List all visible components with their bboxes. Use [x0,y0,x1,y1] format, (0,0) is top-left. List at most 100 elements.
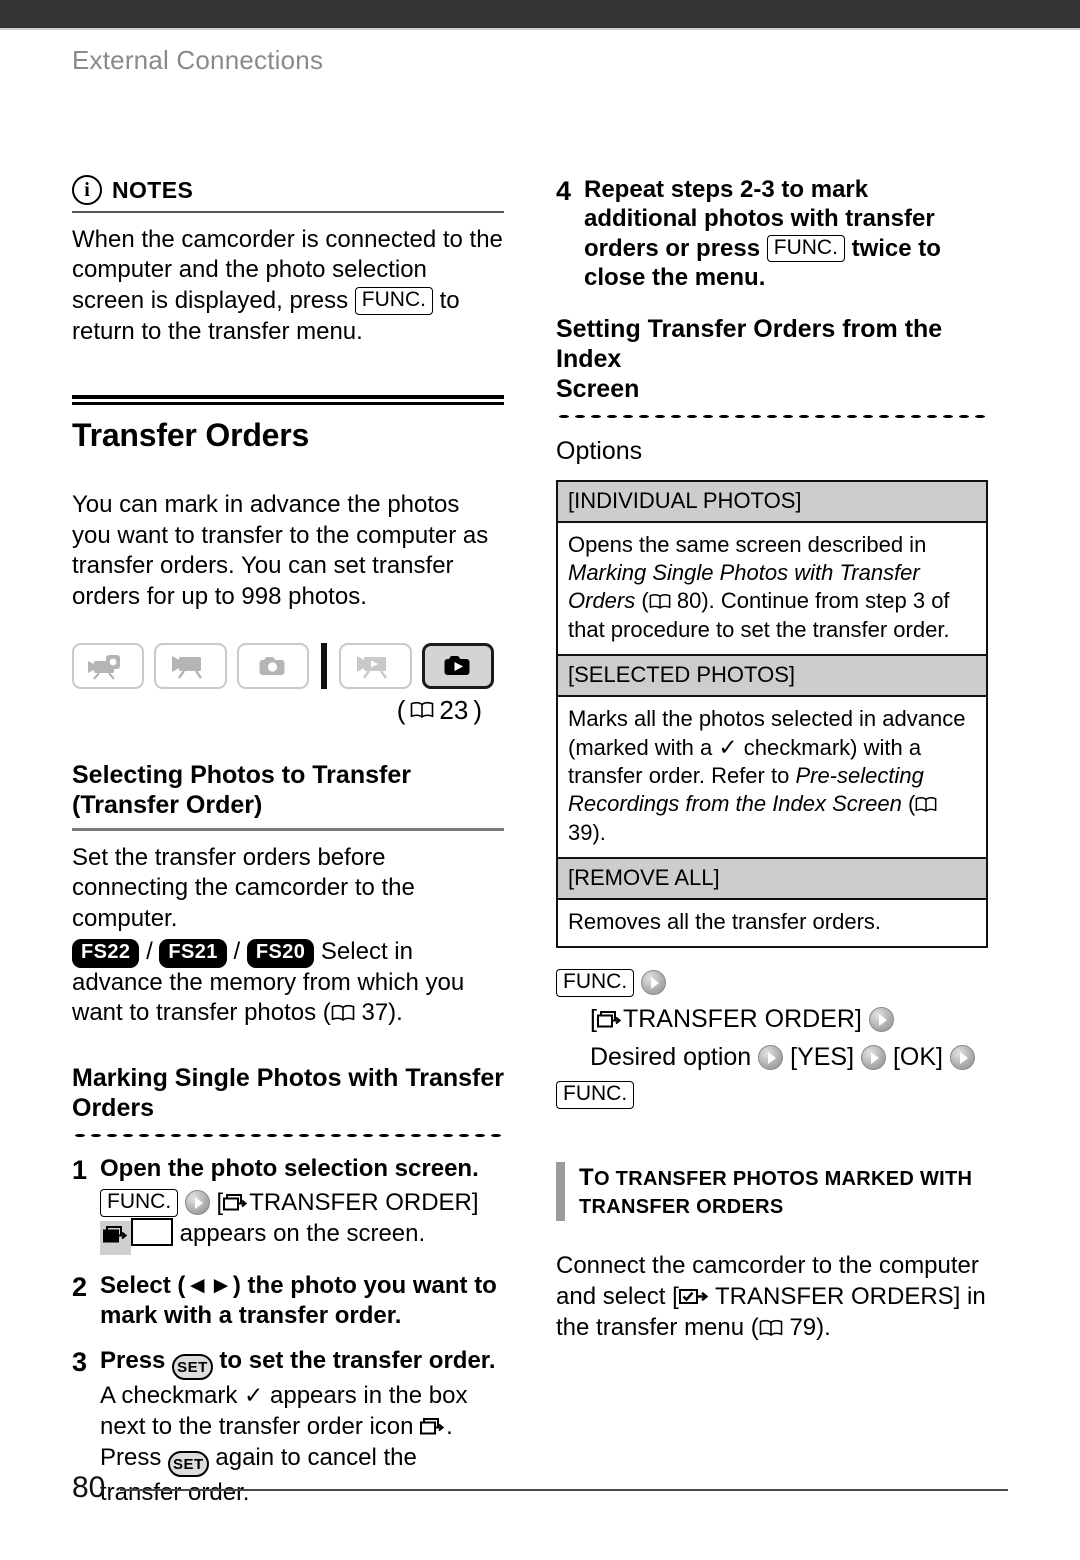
joystick-arrows-icon: ◄► [185,1272,233,1300]
to-transfer-heading-text: TO TRANSFER PHOTOS MARKED WITH TRANSFER … [579,1162,972,1221]
next-arrow-icon [861,1044,886,1070]
checkbox-empty [131,1218,173,1247]
left-column: i NOTES When the camcorder is connected … [72,175,504,1508]
option-name-individual-photos: [INDIVIDUAL PHOTOS] [558,482,986,524]
next-arrow-icon [949,1044,975,1070]
transfer-order-icon-highlight [100,1221,131,1256]
func-button-inline[interactable]: FUNC. [354,286,433,315]
func-button-inline[interactable]: FUNC. [766,234,845,263]
func-button-inline[interactable]: FUNC. [556,968,635,997]
photo-playback-mode-icon[interactable] [421,642,495,689]
step-2: 2 Select (◄►) the photo you want to mark… [72,1271,504,1330]
step-1-menu-label: TRANSFER ORDER] [249,1189,479,1216]
chapter-title: Transfer Orders [72,416,310,453]
opt1-pageref: 39 [568,819,593,845]
step-1-detail: FUNC. [ TRANSFER ORDER] [100,1187,504,1218]
book-icon [915,797,937,813]
marking-heading-line1: Marking Single Photos with Transfer [72,1064,505,1093]
book-icon [759,1319,783,1336]
set-button-icon[interactable]: SET [168,1451,209,1478]
menu-bracket-open: [ [590,1005,597,1034]
info-icon: i [72,175,102,205]
marking-heading-line2: Orders [72,1094,154,1123]
next-arrow-icon [641,969,667,995]
menu-path: FUNC. [ TRANSFER ORDER] Desired option [… [556,964,988,1114]
selecting-heading-line2: (Transfer Order) [72,790,263,819]
model-badge-fs21: FS21 [159,938,227,968]
dual-record-mode-icon[interactable] [72,642,145,689]
transfer-order-icon [103,1226,128,1243]
mode-page-reference: ( 23) [396,694,482,725]
option-desc-individual-photos: Opens the same screen described in Marki… [558,523,986,654]
book-icon [331,1005,355,1022]
chapter-rule [72,395,504,405]
step-3: 3 Press SET to set the transfer order. [72,1346,504,1380]
step-3-sub-a: A checkmark [100,1381,245,1409]
step-3-title: Press SET to set the transfer order. [100,1346,504,1380]
step-4-number: 4 [556,176,572,206]
opt1-text-3: ( [901,791,916,817]
running-head: External Connections [72,45,324,75]
step-1-detail-2: appears on the screen. [100,1218,504,1256]
menu-item-yes[interactable]: [YES] [790,1043,854,1071]
selecting-heading-line1: Selecting Photos to Transfer [72,760,411,789]
model-badge-fs22: FS22 [72,938,140,968]
step-1-bracket-open: [ [216,1189,224,1216]
opt1-text-4: ). [592,819,606,845]
step-4-title: Repeat steps 2-3 to mark additional phot… [584,175,988,292]
mode-bar [72,642,504,689]
to-transfer-pageref: 79 [789,1313,817,1341]
checkmark-icon: ✓ [718,733,738,760]
transfer-order-icon [596,1011,622,1028]
menu-item-transfer-order[interactable]: TRANSFER ORDER] [623,1005,862,1033]
step-1-number: 1 [72,1155,88,1186]
step-4: 4 Repeat steps 2-3 to mark additional ph… [556,175,988,292]
selecting-models-tail: ). [388,999,403,1027]
index-screen-dot-rule [556,414,988,420]
step-3-title-a: Press [100,1346,173,1374]
step-1-title: Open the photo selection screen. [100,1155,479,1183]
menu-desired-option: Desired option [590,1042,752,1071]
mode-divider [320,642,328,689]
option-name-selected-photos: [SELECTED PHOTOS] [558,653,986,697]
notes-body: When the camcorder is connected to the c… [72,225,504,348]
next-arrow-icon [868,1007,894,1033]
transfer-orders-checked-icon [678,1289,709,1305]
option-name-remove-all: [REMOVE ALL] [558,856,986,900]
photo-record-mode-icon[interactable] [236,642,309,689]
page-top-bar [0,0,1080,30]
next-arrow-icon [758,1044,784,1070]
index-screen-heading-line2: Screen [556,375,640,404]
options-table: [INDIVIDUAL PHOTOS] Opens the same scree… [556,480,988,948]
video-playback-mode-icon[interactable] [339,642,412,689]
checkmark-icon: ✓ [244,1381,264,1408]
video-record-mode-icon[interactable] [154,642,227,689]
func-button-inline[interactable]: FUNC. [556,1081,635,1110]
marking-heading: Marking Single Photos with Transfer Orde… [72,1063,504,1123]
set-button-icon[interactable]: SET [172,1353,213,1380]
notes-header: i NOTES [72,175,504,205]
menu-item-ok[interactable]: [OK] [893,1043,943,1071]
step-2-title: Select (◄►) the photo you want to mark w… [100,1271,504,1330]
opt0-text-2: ( [635,588,649,614]
index-screen-heading: Setting Transfer Orders from the Index S… [556,314,988,404]
opt0-pageref: 80 [676,588,702,614]
to-transfer-heading: TO TRANSFER PHOTOS MARKED WITH TRANSFER … [556,1161,988,1222]
step-3-number: 3 [72,1346,88,1377]
to-transfer-heading-line1: O TRANSFER PHOTOS MARKED WITH [593,1167,973,1190]
next-arrow-icon [184,1190,210,1215]
mode-pageref-number: 23 [439,694,469,725]
transfer-order-icon [420,1418,445,1435]
book-icon [411,702,434,719]
to-transfer-body: Connect the camcorder to the computer an… [556,1251,988,1343]
step-2-title-a: Select ( [100,1272,186,1300]
index-screen-heading-line1: Setting Transfer Orders from the Index [556,315,943,374]
to-transfer-heading-line2: TRANSFER ORDERS [579,1196,784,1219]
marking-dot-rule [72,1133,504,1139]
book-icon [649,594,671,610]
menu-path-line-4: FUNC. [556,1076,988,1114]
func-button-inline[interactable]: FUNC. [100,1189,179,1217]
option-desc-remove-all: Removes all the transfer orders. [558,899,986,946]
selecting-heading: Selecting Photos to Transfer (Transfer O… [72,760,504,820]
options-label: Options [556,437,643,466]
